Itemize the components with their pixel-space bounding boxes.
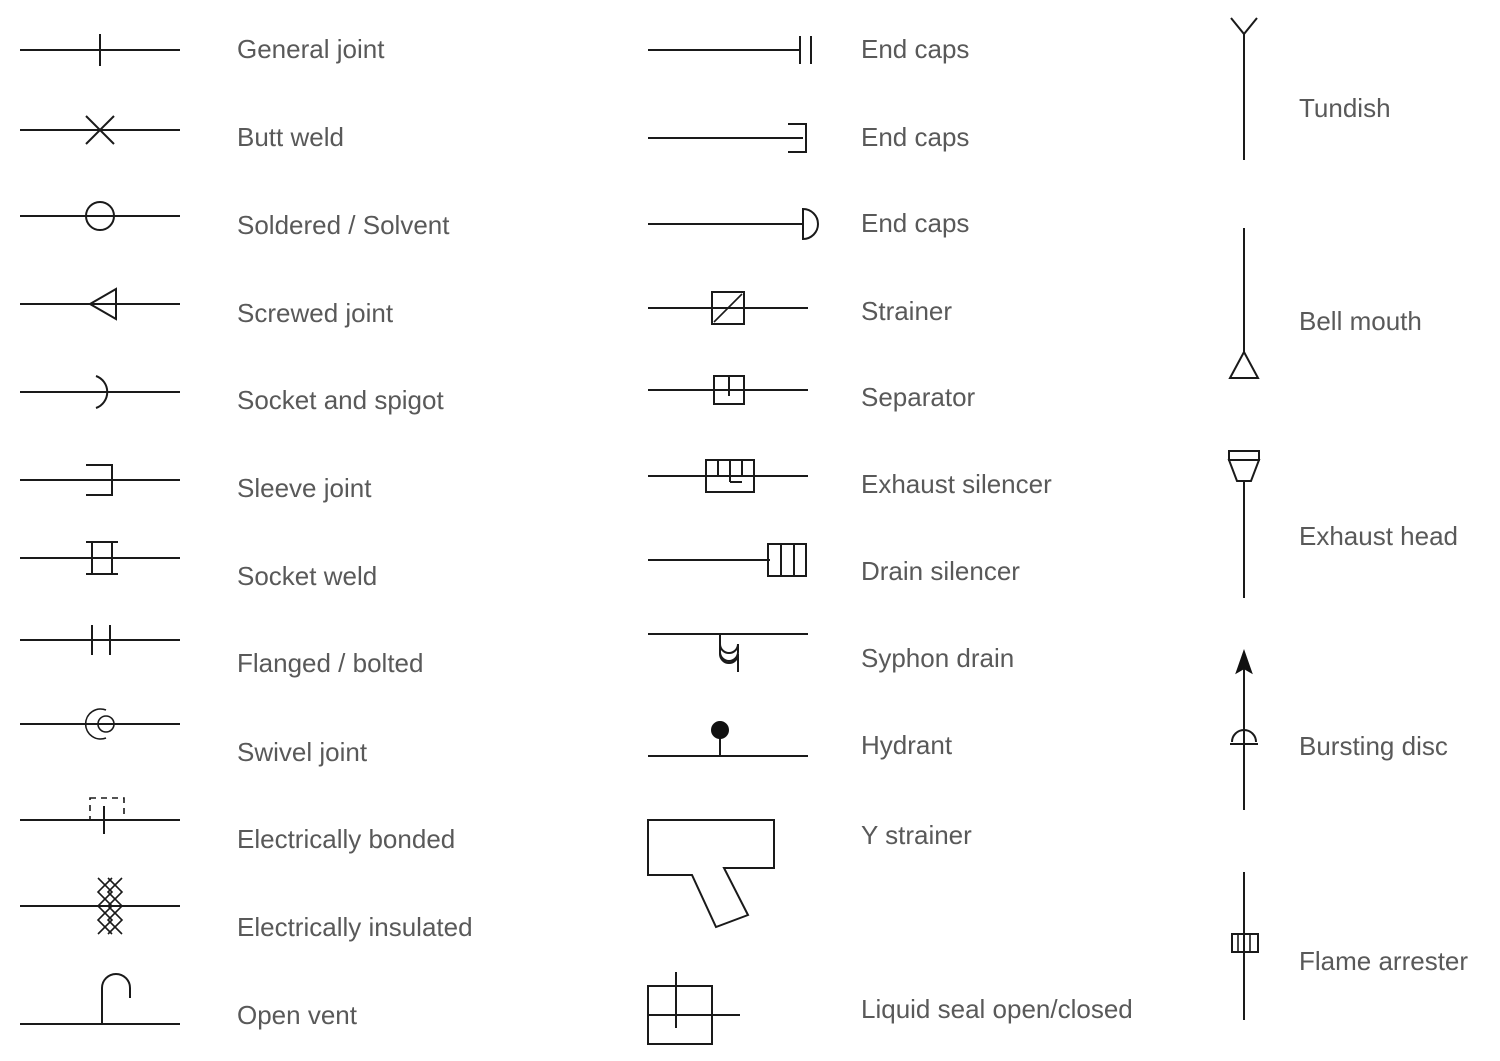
y-strainer-label: Y strainer — [861, 820, 972, 850]
flanged-bolted-label: Flanged / bolted — [237, 648, 424, 678]
swivel-joint-symbol — [20, 702, 180, 746]
syphon-drain-symbol — [648, 622, 808, 678]
butt-weld-symbol — [20, 110, 180, 150]
liquid-seal-label: Liquid seal open/closed — [861, 994, 1133, 1024]
end-cap-double-bar-symbol — [648, 30, 818, 70]
strainer-label: Strainer — [861, 296, 953, 326]
end-cap-round-label: End caps — [861, 208, 970, 238]
exhaust-head-label: Exhaust head — [1299, 521, 1459, 551]
end-cap-square-symbol — [648, 118, 818, 158]
socket-weld-symbol — [20, 536, 180, 580]
electrically-bonded-symbol — [20, 782, 180, 838]
screwed-joint-symbol — [20, 284, 180, 324]
liquid-seal-symbol — [647, 972, 808, 1052]
end-cap-square-label: End caps — [861, 122, 970, 152]
exhaust-silencer-label: Exhaust silencer — [861, 469, 1052, 499]
socket-and-spigot-symbol — [20, 372, 180, 412]
socket-weld-label: Socket weld — [237, 561, 378, 591]
drain-silencer-label: Drain silencer — [861, 556, 1020, 586]
end-cap-round-symbol — [648, 204, 819, 244]
exhaust-silencer-symbol — [648, 452, 808, 500]
tundish-label: Tundish — [1299, 93, 1391, 123]
flame-arrester-symbol — [1222, 872, 1268, 1032]
bell-mouth-symbol — [1222, 228, 1268, 380]
sleeve-joint-label: Sleeve joint — [237, 473, 372, 503]
bursting-disc-label: Bursting disc — [1299, 731, 1448, 761]
end-cap-double-bar-label: End caps — [861, 34, 970, 64]
flanged-bolted-symbol — [20, 620, 180, 660]
open-vent-symbol — [20, 972, 180, 1028]
soldered-solvent-symbol — [20, 196, 180, 236]
bell-mouth-label: Bell mouth — [1299, 306, 1422, 336]
syphon-drain-label: Syphon drain — [861, 643, 1015, 673]
socket-and-spigot-label: Socket and spigot — [237, 385, 444, 415]
hydrant-symbol — [648, 720, 808, 764]
exhaust-head-symbol — [1222, 448, 1268, 600]
open-vent-label: Open vent — [237, 1000, 357, 1030]
strainer-symbol — [648, 286, 808, 330]
soldered-solvent-label: Soldered / Solvent — [237, 210, 450, 240]
drain-silencer-symbol — [648, 538, 808, 582]
screwed-joint-label: Screwed joint — [237, 298, 394, 328]
electrically-insulated-label: Electrically insulated — [237, 912, 473, 942]
separator-label: Separator — [861, 382, 976, 412]
tundish-symbol — [1222, 14, 1268, 162]
sleeve-joint-symbol — [20, 460, 180, 500]
electrically-bonded-label: Electrically bonded — [237, 824, 456, 854]
separator-symbol — [648, 368, 808, 412]
hydrant-label: Hydrant — [861, 730, 953, 760]
bursting-disc-symbol — [1222, 648, 1268, 812]
butt-weld-label: Butt weld — [237, 122, 344, 152]
flame-arrester-label: Flame arrester — [1299, 946, 1469, 976]
general-joint-symbol — [20, 30, 180, 70]
swivel-joint-label: Swivel joint — [237, 737, 368, 767]
general-joint-label: General joint — [237, 34, 385, 64]
electrically-insulated-symbol — [20, 876, 180, 936]
y-strainer-symbol — [647, 815, 818, 929]
symbol-legend-sheet: General joint Butt weld Soldered / Solve… — [0, 0, 1500, 1061]
